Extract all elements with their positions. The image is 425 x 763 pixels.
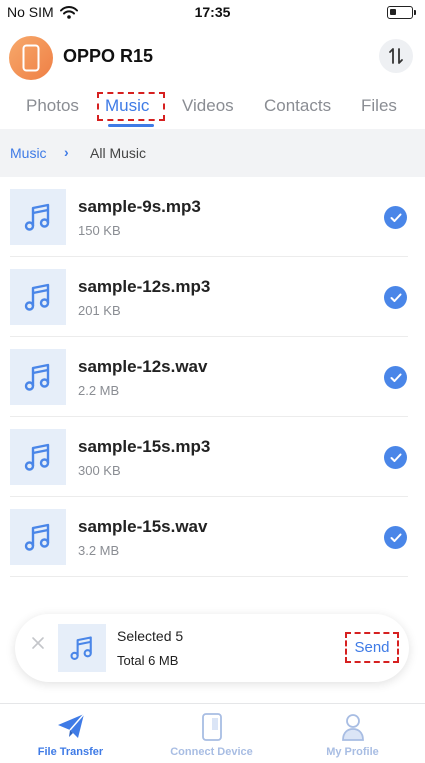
- list-item[interactable]: sample-15s.wav 3.2 MB: [0, 497, 425, 577]
- file-size: 300 KB: [78, 463, 121, 478]
- swap-direction-button[interactable]: [379, 39, 413, 73]
- nav-label: Connect Device: [170, 746, 253, 758]
- selected-count: Selected 5: [117, 628, 184, 644]
- status-bar: No SIM 17:35: [0, 0, 425, 24]
- check-icon[interactable]: [384, 526, 407, 549]
- row-divider: [10, 576, 408, 577]
- nav-label: My Profile: [326, 746, 379, 758]
- nav-connect-device[interactable]: Connect Device: [141, 704, 282, 763]
- swap-arrows-icon: [389, 48, 403, 64]
- music-note-icon: [58, 624, 106, 672]
- category-tabs: Photos Music Videos Contacts Files: [0, 92, 425, 127]
- check-icon[interactable]: [384, 366, 407, 389]
- music-note-icon: [10, 349, 66, 405]
- device-name: OPPO R15: [63, 46, 154, 66]
- file-name: sample-15s.mp3: [78, 437, 211, 456]
- close-icon[interactable]: [31, 636, 45, 650]
- music-note-icon: [10, 429, 66, 485]
- header: OPPO R15: [0, 34, 425, 82]
- nav-file-transfer[interactable]: File Transfer: [0, 704, 141, 763]
- music-note-icon: [10, 189, 66, 245]
- battery-level: [390, 9, 396, 15]
- battery-icon: [387, 6, 416, 19]
- list-item[interactable]: sample-12s.wav 2.2 MB: [0, 337, 425, 417]
- breadcrumb: Music › All Music: [0, 129, 425, 177]
- phone-icon: [22, 44, 40, 72]
- list-item[interactable]: sample-12s.mp3 201 KB: [0, 257, 425, 337]
- file-name: sample-12s.wav: [78, 357, 208, 376]
- bottom-nav: File Transfer Connect Device My Profile: [0, 703, 425, 763]
- send-button[interactable]: Send: [345, 632, 399, 663]
- check-icon[interactable]: [384, 286, 407, 309]
- selected-total-size: Total 6 MB: [117, 653, 179, 668]
- active-tab-underline: [108, 124, 154, 127]
- phone-device-icon: [201, 713, 222, 741]
- tab-videos[interactable]: Videos: [182, 96, 234, 116]
- selection-bar: Selected 5 Total 6 MB Send: [15, 614, 409, 682]
- paper-plane-icon: [57, 713, 85, 738]
- file-name: sample-15s.wav: [78, 517, 208, 536]
- status-time: 17:35: [194, 4, 231, 20]
- chevron-right-icon: ›: [64, 144, 69, 160]
- tab-files[interactable]: Files: [361, 96, 397, 116]
- file-size: 2.2 MB: [78, 383, 120, 398]
- list-item[interactable]: sample-9s.mp3 150 KB: [0, 177, 425, 257]
- file-size: 3.2 MB: [78, 543, 120, 558]
- check-icon[interactable]: [384, 206, 407, 229]
- file-name: sample-12s.mp3: [78, 277, 211, 296]
- tab-photos[interactable]: Photos: [26, 96, 79, 116]
- nav-label: File Transfer: [37, 746, 104, 758]
- person-icon: [341, 714, 364, 741]
- breadcrumb-current: All Music: [90, 145, 147, 161]
- check-icon[interactable]: [384, 446, 407, 469]
- list-item[interactable]: sample-15s.mp3 300 KB: [0, 417, 425, 497]
- file-size: 150 KB: [78, 223, 121, 238]
- music-note-icon: [10, 509, 66, 565]
- breadcrumb-music-link[interactable]: Music: [10, 145, 47, 161]
- file-name: sample-9s.mp3: [78, 197, 201, 216]
- music-note-icon: [10, 269, 66, 325]
- tab-contacts[interactable]: Contacts: [264, 96, 331, 116]
- music-tab-highlight: [97, 92, 165, 121]
- file-size: 201 KB: [78, 303, 121, 318]
- device-avatar: [9, 36, 53, 80]
- nav-my-profile[interactable]: My Profile: [282, 704, 423, 763]
